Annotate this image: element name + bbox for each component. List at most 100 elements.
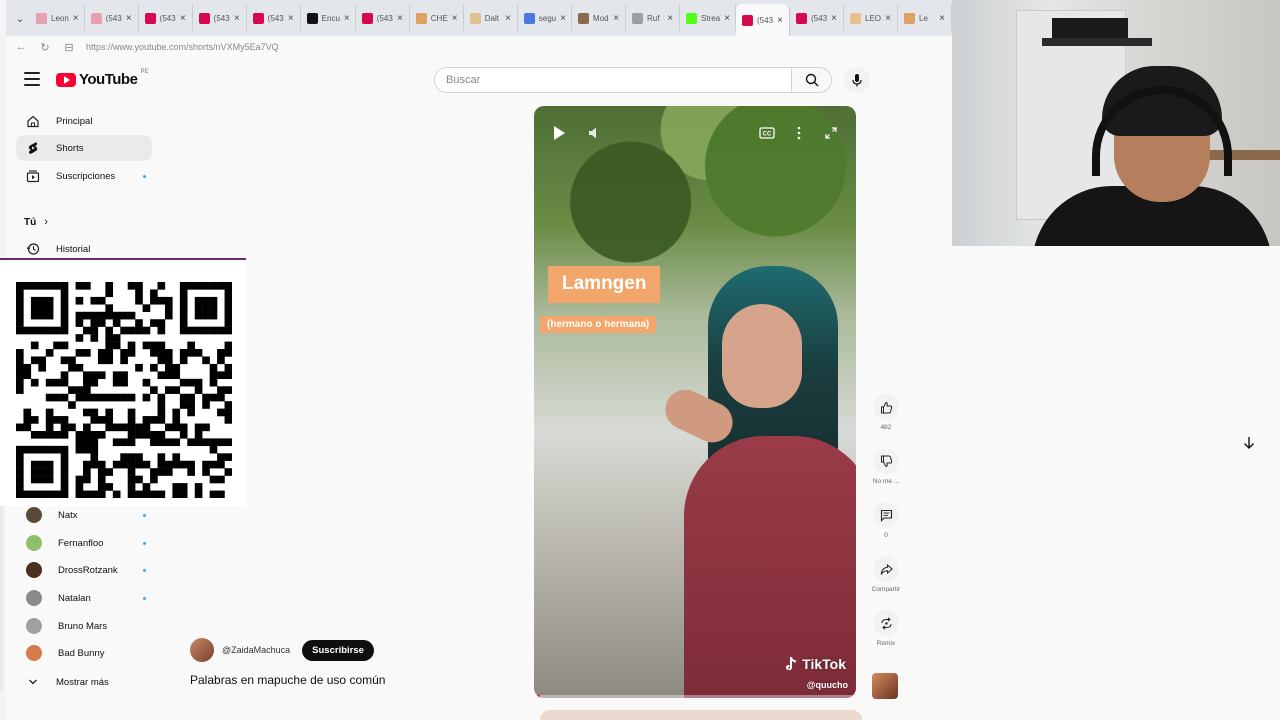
svg-text:CC: CC (763, 132, 772, 138)
search-button[interactable] (792, 67, 832, 93)
arrow-down-icon (1244, 437, 1254, 449)
youtube-logo[interactable]: YouTube PE (56, 69, 148, 88)
tab-favicon-icon (90, 12, 102, 24)
browser-tab[interactable]: Ruf × (626, 5, 681, 31)
browser-tab[interactable]: Leon × (30, 5, 85, 31)
close-tab-icon[interactable]: × (831, 13, 837, 24)
tab-favicon-icon (144, 12, 156, 24)
sidebar-channel[interactable]: Natalan (16, 585, 152, 611)
thumbs-down-icon (880, 455, 892, 467)
browser-tab[interactable]: CHE × (410, 5, 464, 31)
show-more-button[interactable]: Mostrar más (16, 669, 152, 695)
browser-tab[interactable]: Le × (898, 5, 952, 31)
reload-icon[interactable]: ↻ (38, 41, 52, 54)
browser-tab[interactable]: segu × (518, 5, 573, 31)
tab-favicon-icon (415, 12, 427, 24)
browser-tab[interactable]: Encu × (301, 5, 356, 31)
close-tab-icon[interactable]: × (560, 13, 566, 24)
close-tab-icon[interactable]: × (667, 13, 673, 24)
streamer-figure (1032, 66, 1272, 246)
remix-button[interactable] (873, 610, 899, 636)
comment-icon (880, 509, 892, 522)
sidebar-channel[interactable]: Bruno Mars (16, 613, 152, 639)
video-title[interactable]: Palabras en mapuche de uso común (190, 673, 385, 687)
play-button[interactable] (548, 122, 570, 144)
close-tab-icon[interactable]: × (452, 13, 458, 24)
close-tab-icon[interactable]: × (505, 13, 511, 24)
sidebar-channel[interactable]: Bad Bunny (16, 640, 152, 666)
close-tab-icon[interactable]: × (180, 13, 186, 24)
browser-tab[interactable]: Dalt × (464, 5, 518, 31)
close-tab-icon[interactable]: × (885, 13, 891, 24)
browser-tab[interactable]: (543 × (356, 5, 410, 31)
webcam-overlay (952, 0, 1280, 246)
close-tab-icon[interactable]: × (344, 13, 350, 24)
progress-bar[interactable] (534, 695, 856, 698)
browser-tab[interactable]: (543 × (790, 5, 844, 31)
browser-tab[interactable]: (543 × (193, 5, 247, 31)
captions-button[interactable]: CC (756, 122, 778, 144)
close-tab-icon[interactable]: × (397, 13, 403, 24)
sidebar-channel[interactable]: Fernanfloo (16, 530, 152, 556)
sidebar-item-label: Suscripciones (56, 170, 116, 182)
close-tab-icon[interactable]: × (73, 13, 79, 24)
dislike-button[interactable] (873, 448, 899, 474)
browser-tab[interactable]: Strea × (680, 5, 736, 31)
tab-favicon-icon (578, 12, 590, 24)
sidebar-item-suscripciones[interactable]: Suscripciones (16, 163, 152, 189)
close-tab-icon[interactable]: × (613, 13, 619, 24)
sidebar-item-principal[interactable]: Principal (16, 108, 152, 134)
youtube-play-icon (56, 72, 76, 87)
tiktok-watermark: TikTok (784, 656, 846, 672)
you-section-header[interactable]: Tú › (24, 216, 48, 228)
browser-tab[interactable]: (543 × (247, 5, 301, 31)
remix-label: Remix (876, 640, 896, 647)
short-video-player[interactable]: Lamngen (hermano o hermana) CC TikTok @q… (534, 106, 856, 698)
tab-favicon-icon (361, 12, 373, 24)
browser-tab[interactable]: (543 × (736, 4, 790, 36)
subscribe-button[interactable]: Suscribirse (302, 639, 374, 661)
back-arrow-icon[interactable]: ← (14, 41, 28, 53)
address-bar: ← ↻ ⊟ https://www.youtube.com/shorts/nVX… (6, 36, 952, 58)
site-info-icon[interactable]: ⊟ (62, 41, 76, 54)
tab-favicon-icon (252, 12, 264, 24)
sidebar-channel[interactable]: DrossRotzank (16, 557, 152, 583)
share-button[interactable] (873, 556, 899, 582)
qr-code-image (16, 282, 232, 498)
url-field[interactable]: https://www.youtube.com/shorts/nVXMy5Ea7… (86, 42, 279, 52)
comments-button[interactable] (873, 502, 899, 528)
channel-avatar (26, 507, 42, 523)
sound-source-thumbnail[interactable] (872, 673, 898, 699)
tab-label: (543 (159, 13, 176, 23)
more-options-button[interactable] (788, 122, 810, 144)
like-button[interactable] (873, 394, 899, 420)
like-action: 482 (866, 394, 906, 431)
close-tab-icon[interactable]: × (234, 13, 240, 24)
next-short-preview[interactable] (540, 710, 862, 720)
hamburger-menu-icon[interactable] (24, 72, 40, 86)
fullscreen-button[interactable] (820, 122, 842, 144)
next-short-button[interactable] (1236, 430, 1262, 456)
channel-avatar (26, 590, 42, 606)
channel-name[interactable]: @ZaidaMachuca (222, 645, 290, 655)
close-tab-icon[interactable]: × (724, 13, 730, 24)
voice-search-button[interactable] (844, 67, 870, 93)
browser-tab[interactable]: (543 × (85, 5, 139, 31)
subscriptions-icon (26, 169, 40, 183)
qr-code-overlay (0, 258, 246, 506)
channel-avatar[interactable] (190, 638, 214, 662)
browser-tab[interactable]: Mod × (572, 5, 627, 31)
search-input[interactable]: Buscar (434, 67, 792, 93)
browser-tab[interactable]: LEO × (844, 5, 898, 31)
close-tab-icon[interactable]: × (126, 13, 132, 24)
sidebar-item-label: Historial (56, 243, 91, 255)
close-tab-icon[interactable]: × (939, 13, 945, 24)
volume-button[interactable] (584, 122, 606, 144)
sidebar-item-shorts[interactable]: Shorts (16, 135, 152, 161)
close-tab-icon[interactable]: × (288, 13, 294, 24)
browser-tab[interactable]: (543 × (139, 5, 193, 31)
tab-list-dropdown[interactable]: ⌄ (10, 8, 30, 28)
channel-avatar (26, 645, 42, 661)
close-tab-icon[interactable]: × (777, 15, 783, 26)
tab-favicon-icon (686, 12, 698, 24)
